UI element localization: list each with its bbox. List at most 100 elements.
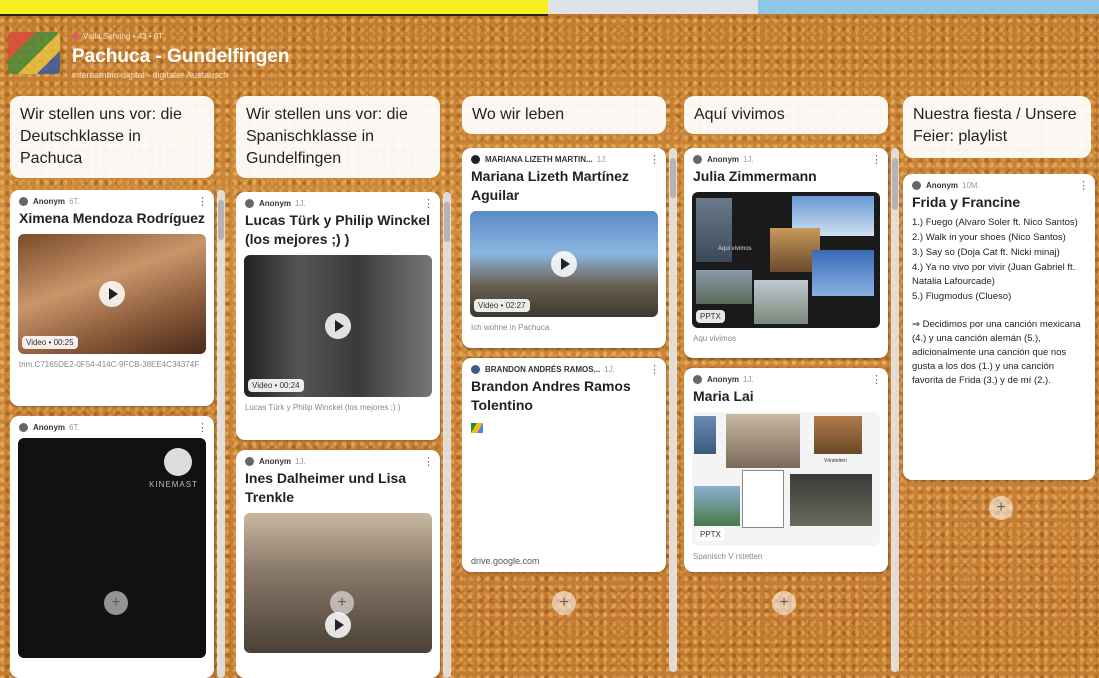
kinemaster-logo-icon xyxy=(164,448,192,476)
scrollbar-thumb[interactable] xyxy=(892,158,898,210)
play-icon[interactable] xyxy=(99,281,125,307)
video-thumbnail[interactable]: Video • 02:27 xyxy=(470,211,658,317)
attachment-link[interactable]: drive.google.com xyxy=(471,556,540,566)
post-card[interactable]: Anonym 1J. ⋮ Ines Dalheimer und Lisa Tren… xyxy=(236,450,440,678)
attachment-filename: trim.C7165DE2-0F54-414C-9FCB-38EE4C34374… xyxy=(19,360,200,369)
column-nuestra-fiesta: Nuestra fiesta / Unsere Feier: playlist … xyxy=(903,96,1095,520)
play-icon[interactable] xyxy=(325,612,351,638)
column-title: Wir stellen uns vor: die Spanischklasse … xyxy=(236,96,440,178)
playlist-item: 5.) Flugmodus (Clueso) xyxy=(912,291,1012,302)
column-title: Nuestra fiesta / Unsere Feier: playlist xyxy=(903,96,1091,158)
post-title: Maria Lai xyxy=(693,388,754,404)
anonymous-avatar-icon xyxy=(693,375,702,384)
author-avatar-icon xyxy=(471,155,480,164)
board-logo[interactable] xyxy=(8,32,60,74)
post-card[interactable]: Anonym 6T. ⋮ KINEMAST xyxy=(10,416,214,678)
post-card[interactable]: MARIANA LIZETH MARTIN... 1J. ⋮ Mariana Li… xyxy=(462,148,666,348)
column-scrollbar[interactable] xyxy=(217,190,225,678)
column-scrollbar[interactable] xyxy=(669,148,677,672)
more-options-icon[interactable]: ⋮ xyxy=(1078,179,1089,192)
post-title: Ximena Mendoza Rodríguez xyxy=(19,210,205,226)
board-header: Viola Sehring • 43 • 6T Pachuca - Gundel… xyxy=(0,14,1099,80)
more-options-icon[interactable]: ⋮ xyxy=(423,455,434,468)
play-icon[interactable] xyxy=(325,313,351,339)
post-title: Frida y Francine xyxy=(912,194,1021,210)
slide-photo xyxy=(696,270,752,304)
board-title: Pachuca - Gundelfingen xyxy=(72,46,290,67)
video-thumbnail[interactable] xyxy=(244,513,432,653)
author-avatar-icon xyxy=(471,365,480,374)
more-options-icon[interactable]: ⋮ xyxy=(649,153,660,166)
post-author: Anonym 1J. xyxy=(236,192,440,208)
post-card[interactable]: Anonym 10M. ⋮ Frida y Francine 1.) Fuego … xyxy=(903,174,1095,480)
post-author: Anonym 1J. xyxy=(684,148,888,164)
attachment-filename: Aqu vivimos xyxy=(693,334,737,343)
slide-photo xyxy=(790,474,872,526)
post-author: Anonym 6T. xyxy=(10,416,214,432)
slide-photo xyxy=(812,250,874,296)
video-duration: Video • 00:24 xyxy=(248,379,304,392)
post-title: Julia Zimmermann xyxy=(693,168,817,184)
slide-photo xyxy=(694,486,740,526)
watermark-text: KINEMAST xyxy=(149,480,198,489)
anonymous-avatar-icon xyxy=(245,457,254,466)
video-thumbnail[interactable]: Video • 00:24 xyxy=(244,255,432,397)
play-icon[interactable] xyxy=(551,251,577,277)
post-author: MARIANA LIZETH MARTIN... 1J. xyxy=(462,148,666,164)
scrollbar-thumb[interactable] xyxy=(670,158,676,198)
add-post-button[interactable]: + xyxy=(552,591,576,615)
slide-photo xyxy=(726,414,800,468)
file-type-badge: PPTX xyxy=(696,310,725,323)
post-author: Anonym 6T. xyxy=(10,190,214,206)
board-subtitle: intercambio digital - digitaler Austausc… xyxy=(72,70,229,80)
slide-title: Aqui vivimos xyxy=(718,246,752,252)
more-options-icon[interactable]: ⋮ xyxy=(871,373,882,386)
post-author: Anonym 1J. xyxy=(684,368,888,384)
presentation-preview[interactable]: Vörstetten PPTX xyxy=(692,412,880,546)
owner-avatar-icon xyxy=(72,33,79,41)
board-meta: Viola Sehring • 43 • 6T xyxy=(72,32,163,41)
more-options-icon[interactable]: ⋮ xyxy=(871,153,882,166)
slide-caption: Vörstetten xyxy=(824,458,847,464)
column-scrollbar[interactable] xyxy=(891,148,899,672)
anonymous-avatar-icon xyxy=(693,155,702,164)
post-card[interactable]: BRANDON ANDRÉS RAMOS... 1J. ⋮ Brandon And… xyxy=(462,358,666,572)
anonymous-avatar-icon xyxy=(245,199,254,208)
add-post-button[interactable]: + xyxy=(772,591,796,615)
column-title: Wo wir leben xyxy=(462,96,666,134)
column-title: Aquí vivimos xyxy=(684,96,888,134)
slide-photo xyxy=(754,280,808,324)
add-post-button[interactable]: + xyxy=(104,591,128,615)
post-card[interactable]: Anonym 6T. ⋮ Ximena Mendoza Rodríguez Vid… xyxy=(10,190,214,406)
add-post-button[interactable]: + xyxy=(330,591,354,615)
video-thumbnail[interactable]: KINEMAST xyxy=(18,438,206,658)
column-deutschklasse: Wir stellen uns vor: die Deutschklasse i… xyxy=(10,96,225,678)
post-title: Lucas Türk y Philip Winckel (los mejores… xyxy=(245,212,431,247)
scrollbar-thumb[interactable] xyxy=(218,200,224,240)
column-wo-wir-leben: Wo wir leben MARIANA LIZETH MARTIN... 1J.… xyxy=(462,96,677,672)
video-duration: Video • 00:25 xyxy=(22,336,78,349)
column-scrollbar[interactable] xyxy=(443,192,451,678)
video-duration: Video • 02:27 xyxy=(474,299,530,312)
post-card[interactable]: Anonym 1J. ⋮ Maria Lai Vörstetten PPTX Sp… xyxy=(684,368,888,572)
playlist-item: 2.) Walk in your shoes (Nico Santos) xyxy=(912,232,1066,243)
playlist-item: 3.) Say so (Doja Cat ft. Nicki minaj) xyxy=(912,247,1060,258)
post-author: BRANDON ANDRÉS RAMOS... 1J. xyxy=(462,358,666,374)
presentation-preview[interactable]: Aqui vivimos PPTX xyxy=(692,192,880,328)
file-type-badge: PPTX xyxy=(696,528,725,541)
video-thumbnail[interactable]: Video • 00:25 xyxy=(18,234,206,354)
post-card[interactable]: Anonym 1J. ⋮ Lucas Türk y Philip Winckel … xyxy=(236,192,440,440)
post-title: Brandon Andres Ramos Tolentino xyxy=(471,378,631,413)
post-card[interactable]: Anonym 1J. ⋮ Julia Zimmermann Aqui vivimo… xyxy=(684,148,888,358)
attachment-filename: Ich wohne in Pachuca xyxy=(471,323,550,332)
column-title: Wir stellen uns vor: die Deutschklasse i… xyxy=(10,96,214,178)
add-post-button[interactable]: + xyxy=(989,496,1013,520)
scrollbar-thumb[interactable] xyxy=(444,202,450,242)
google-drive-icon xyxy=(471,423,483,433)
post-author: Anonym 10M. xyxy=(903,174,1095,190)
more-options-icon[interactable]: ⋮ xyxy=(197,195,208,208)
more-options-icon[interactable]: ⋮ xyxy=(423,197,434,210)
more-options-icon[interactable]: ⋮ xyxy=(197,421,208,434)
more-options-icon[interactable]: ⋮ xyxy=(649,363,660,376)
column-spanischklasse: Wir stellen uns vor: die Spanischklasse … xyxy=(236,96,451,678)
